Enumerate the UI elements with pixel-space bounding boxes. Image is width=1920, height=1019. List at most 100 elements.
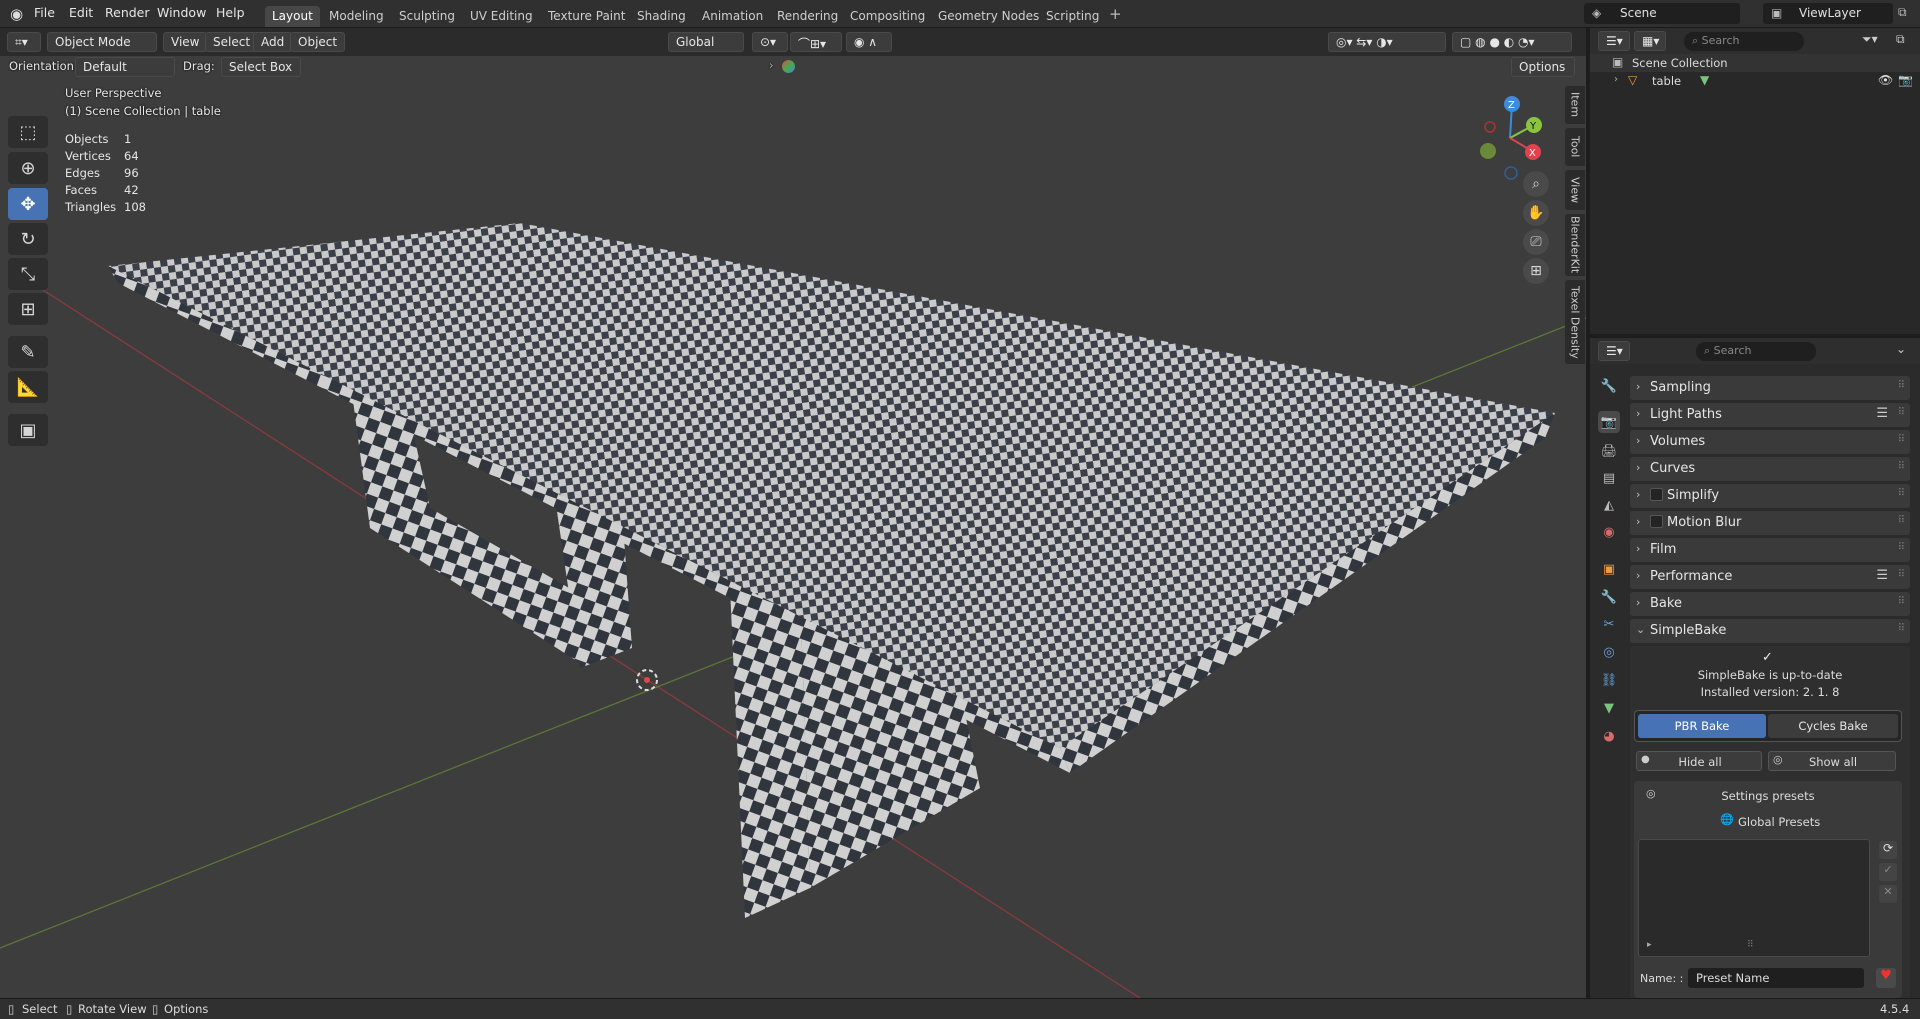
modifier-tab-icon[interactable]: 🔧 — [1598, 586, 1620, 608]
render-camera-icon[interactable]: 📷 — [1898, 73, 1913, 87]
select-menu[interactable]: Select — [205, 32, 259, 52]
show-all-button[interactable]: ◎ Show all — [1768, 751, 1896, 771]
menu-render[interactable]: Render — [105, 5, 150, 20]
panel-simplebake[interactable]: ⌄ SimpleBake ⠿ — [1630, 619, 1910, 643]
drag-grip-icon[interactable]: ⠿ — [1898, 569, 1905, 580]
drag-grip-icon[interactable]: ⠿ — [1898, 434, 1905, 445]
cycles-bake-button[interactable]: Cycles Bake — [1768, 714, 1898, 738]
n-tab-item[interactable]: Item — [1565, 86, 1585, 124]
tab-texture-paint[interactable]: Texture Paint — [541, 6, 632, 27]
refresh-icon[interactable]: ⟳ — [1879, 841, 1897, 859]
mode-selector[interactable]: Object Mode — [47, 32, 157, 52]
menu-file[interactable]: File — [34, 5, 55, 20]
scale-tool-icon[interactable]: ⤡ — [8, 258, 48, 290]
scene-selector[interactable]: ◈ Scene — [1584, 3, 1740, 24]
cursor-tool-icon[interactable]: ⊕ — [8, 152, 48, 184]
menu-help[interactable]: Help — [216, 5, 245, 20]
drag-grip-icon[interactable]: ⠿ — [1898, 407, 1905, 418]
panel-performance[interactable]: › Performance ☰ ⠿ — [1630, 565, 1910, 589]
drag-grip-icon[interactable]: ⠿ — [1898, 596, 1905, 607]
apply-check-icon[interactable]: ✓ — [1879, 863, 1897, 881]
view-layer-tab-icon[interactable]: ▤ — [1598, 467, 1620, 489]
scene-tab-icon[interactable]: ◭ — [1598, 494, 1620, 516]
transform-tool-icon[interactable]: ⊞ — [8, 293, 48, 325]
panel-simplify[interactable]: › Simplify ⠿ — [1630, 484, 1910, 508]
add-cube-tool-icon[interactable]: ▣ — [8, 414, 48, 446]
visibility-eye-icon[interactable]: 👁 — [1878, 73, 1893, 87]
presets-icon[interactable]: ☰ — [1876, 568, 1888, 583]
list-expand-icon[interactable]: ▸ — [1647, 940, 1652, 950]
pbr-bake-button[interactable]: PBR Bake — [1638, 714, 1766, 738]
view-layer-selector[interactable]: ▣ ViewLayer — [1763, 3, 1893, 24]
display-mode-icon[interactable]: ▦▾ — [1634, 31, 1666, 51]
new-collection-icon[interactable]: ⧉ — [1896, 32, 1905, 47]
properties-editor-icon[interactable]: ☰▾ — [1598, 341, 1630, 361]
outliner-row-table[interactable]: › ▽ table ▼ 👁 📷 — [1590, 72, 1920, 90]
add-workspace-icon[interactable]: + — [1109, 5, 1122, 23]
select-box-tool-icon[interactable]: ⬚ — [8, 116, 48, 148]
constraints-tab-icon[interactable]: ⛓ — [1598, 669, 1620, 691]
perspective-toggle-icon[interactable]: ⊞ — [1523, 258, 1549, 284]
physics-tab-icon[interactable]: ◎ — [1598, 641, 1620, 663]
object-tab-icon[interactable]: ▣ — [1598, 558, 1620, 580]
annotate-tool-icon[interactable]: ✎ — [8, 336, 48, 368]
delete-x-icon[interactable]: ✕ — [1879, 885, 1897, 903]
options-button[interactable]: Options — [1511, 57, 1575, 77]
outliner-editor-icon[interactable]: ☰▾ — [1598, 31, 1630, 51]
drag-grip-icon[interactable]: ⠿ — [1898, 380, 1905, 391]
expand-chevron-icon[interactable]: › — [769, 58, 774, 72]
new-view-layer-icon[interactable]: ⧉ — [1898, 5, 1907, 20]
output-tab-icon[interactable]: 🖨 — [1598, 440, 1620, 462]
blender-logo-icon[interactable]: ◉ — [10, 5, 23, 23]
add-menu[interactable]: Add — [253, 32, 293, 52]
menu-edit[interactable]: Edit — [69, 5, 93, 20]
panel-motion-blur[interactable]: › Motion Blur ⠿ — [1630, 511, 1910, 535]
material-tab-icon[interactable]: ◕ — [1598, 725, 1620, 747]
tab-rendering[interactable]: Rendering — [770, 6, 845, 27]
outliner-row-root[interactable]: ▣ Scene Collection — [1590, 54, 1920, 72]
drag-grip-icon[interactable]: ⠿ — [1898, 542, 1905, 553]
save-preset-heart-icon[interactable]: ♥ — [1876, 968, 1896, 988]
tab-geometry-nodes[interactable]: Geometry Nodes — [931, 6, 1046, 27]
tool-tab-icon[interactable]: 🔧 — [1598, 375, 1620, 397]
drag-grip-icon[interactable]: ⠿ — [1898, 623, 1905, 634]
visibility-gizmo-icons[interactable]: ◎▾ ⇆▾ ◑▾ — [1328, 32, 1446, 52]
panel-bake[interactable]: › Bake ⠿ — [1630, 592, 1910, 616]
transform-orientation[interactable]: Global — [668, 32, 744, 52]
tab-compositing[interactable]: Compositing — [843, 6, 932, 27]
drag-grip-icon[interactable]: ⠿ — [1898, 515, 1905, 526]
snap-icon[interactable]: ⌒⊞▾ — [790, 32, 842, 52]
motion-blur-checkbox[interactable] — [1650, 515, 1663, 528]
color-picker-icon[interactable] — [782, 60, 795, 73]
tab-scripting[interactable]: Scripting — [1039, 6, 1106, 27]
n-tab-texel-density[interactable]: Texel Density — [1565, 280, 1585, 364]
presets-icon[interactable]: ☰ — [1876, 406, 1888, 421]
3d-viewport[interactable]: ⌗▾ Object Mode View Select Add Object Gl… — [0, 28, 1586, 998]
outliner-search-input[interactable]: ⌕ Search — [1684, 32, 1804, 51]
panel-light-paths[interactable]: › Light Paths ☰ ⠿ — [1630, 403, 1910, 427]
preset-name-input[interactable]: Preset Name — [1688, 968, 1864, 988]
tab-modeling[interactable]: Modeling — [322, 6, 391, 27]
panel-volumes[interactable]: › Volumes ⠿ — [1630, 430, 1910, 454]
expand-chevron-icon[interactable]: › — [1614, 74, 1618, 85]
data-tab-icon[interactable]: ▼ — [1598, 697, 1620, 719]
orientation-selector[interactable]: Default — [75, 57, 175, 77]
panel-curves[interactable]: › Curves ⠿ — [1630, 457, 1910, 481]
pan-hand-icon[interactable]: ✋ — [1523, 200, 1549, 226]
world-tab-icon[interactable]: ◉ — [1598, 521, 1620, 543]
list-resize-grip-icon[interactable]: ⠿ — [1747, 940, 1754, 950]
menu-window[interactable]: Window — [157, 5, 206, 20]
panel-film[interactable]: › Film ⠿ — [1630, 538, 1910, 562]
move-tool-icon[interactable]: ✥ — [8, 188, 48, 220]
measure-tool-icon[interactable]: 📐 — [8, 371, 48, 403]
tab-animation[interactable]: Animation — [695, 6, 770, 27]
presets-list[interactable]: ▸ ⠿ — [1638, 839, 1870, 957]
shading-mode-icons[interactable]: ▢ ◍ ● ◐ ◔▾ — [1452, 32, 1572, 52]
rotate-tool-icon[interactable]: ↻ — [8, 223, 48, 255]
properties-options-icon[interactable]: ⌄ — [1896, 342, 1906, 356]
drag-selector[interactable]: Select Box — [221, 57, 301, 77]
tab-layout[interactable]: Layout — [265, 6, 320, 27]
drag-grip-icon[interactable]: ⠿ — [1898, 461, 1905, 472]
render-tab-icon[interactable]: 📷 — [1598, 411, 1620, 433]
proportional-edit-icon[interactable]: ◉ ∧ — [846, 32, 892, 52]
